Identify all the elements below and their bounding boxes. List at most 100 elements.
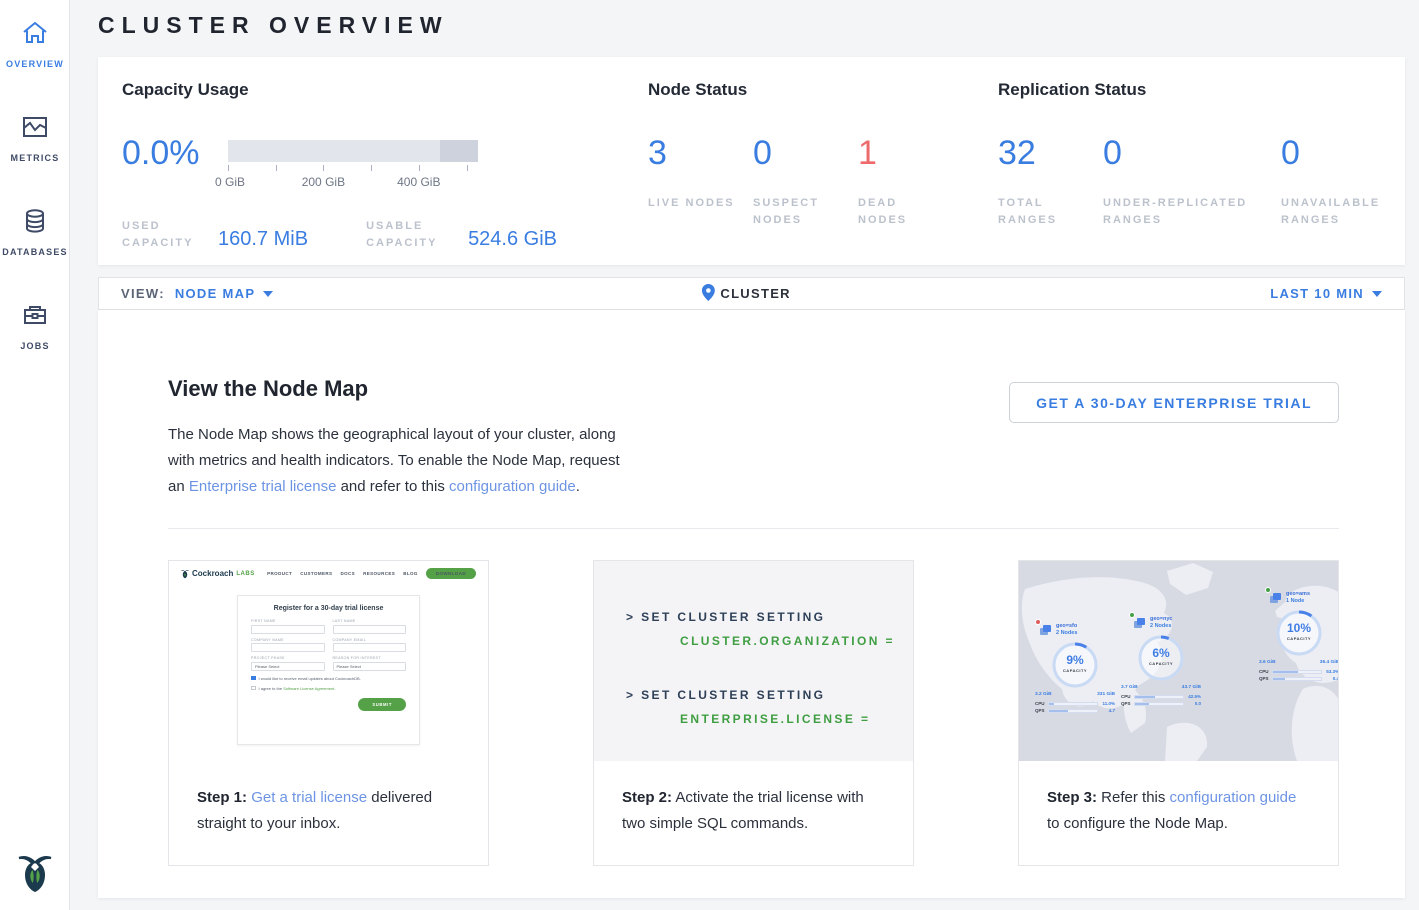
field-label: FIRST NAME [251,619,325,623]
trial-license-site-screenshot: Cockroach LABS PRODUCT CUSTOMERS DOCS RE… [169,561,488,761]
jobs-icon [20,300,50,330]
time-range-selector[interactable]: LAST 10 MIN [1270,286,1382,301]
metrics-icon [20,112,50,142]
field-input [333,643,407,652]
node-group-icon [1039,623,1052,635]
field-input [251,643,325,652]
sql-line: CLUSTER.ORGANIZATION = [626,629,913,653]
chevron-down-icon [1372,291,1382,297]
locality-sfo: geo=sfo 2 Nodes 9% CAPACITY 3.2 GiB331 G… [1033,623,1117,713]
step1-label: Step 1: [197,789,247,806]
step3-card: geo=sfo 2 Nodes 9% CAPACITY 3.2 GiB331 G… [1018,560,1339,866]
enterprise-trial-license-link[interactable]: Enterprise trial license [189,478,337,495]
time-range-value: LAST 10 MIN [1270,286,1364,301]
field-input [333,625,407,634]
used-capacity-value: 160.7 MiB [218,228,308,252]
sidebar-item-databases[interactable]: DATABASES [0,206,70,260]
description-text: and refer to this [336,478,449,495]
site-nav: PRODUCT CUSTOMERS DOCS RESOURCES BLOG DO… [267,568,476,579]
checkbox-label: I would like to receive email updates ab… [259,676,361,681]
field-label: LAST NAME [333,619,407,623]
under-replicated-ranges-label: UNDER-REPLICATED RANGES [1103,195,1281,229]
scope-breadcrumb: CLUSTER [701,284,791,304]
locality-node-count: 1 Node [1286,598,1310,605]
sidebar-item-jobs[interactable]: JOBS [0,300,70,354]
step1-card: Cockroach LABS PRODUCT CUSTOMERS DOCS RE… [168,560,489,866]
capacity-gauge: 6% CAPACITY [1135,632,1187,684]
page-title: CLUSTER OVERVIEW [98,12,449,39]
node-status-title: Node Status [648,80,988,100]
view-selector-value: NODE MAP [175,286,255,301]
databases-icon [20,206,50,236]
site-nav-item: BLOG [403,571,418,576]
live-nodes-label: LIVE NODES [648,195,753,229]
under-replicated-ranges-value: 0 [1103,135,1281,171]
node-map-preview-image: geo=sfo 2 Nodes 9% CAPACITY 3.2 GiB331 G… [1019,561,1338,761]
status-dot-green [1265,587,1271,593]
total-ranges-value: 32 [998,135,1103,171]
view-selector[interactable]: NODE MAP [175,286,273,301]
site-nav-item: CUSTOMERS [300,571,332,576]
locality-name: geo=ams [1286,591,1310,598]
field-select: Please Select [333,662,407,671]
step1-caption: Step 1: Get a trial license delivered st… [169,761,488,861]
sidebar-item-overview[interactable]: OVERVIEW [0,18,70,72]
configuration-guide-link[interactable]: configuration guide [1170,789,1297,806]
capacity-gauge: 9% CAPACITY [1049,639,1101,691]
capacity-used-percent: 0.0% [122,135,200,171]
field-label: PROJECT PHASE [251,656,325,660]
chevron-down-icon [263,291,273,297]
site-download-button: DOWNLOAD [426,568,476,579]
cockroach-labs-logo: Cockroach LABS [181,569,255,579]
location-pin-icon [701,284,714,304]
step3-label: Step 3: [1047,789,1097,806]
home-icon [20,18,50,48]
status-dot-green [1129,612,1135,618]
sidebar-item-label: DATABASES [2,247,67,257]
sidebar-item-label: JOBS [20,341,49,351]
view-bar: VIEW: NODE MAP CLUSTER LAST 10 MIN [98,277,1405,310]
suspect-nodes-label: SUSPECT NODES [753,195,858,229]
dead-nodes-value: 1 [858,135,963,171]
site-nav-item: RESOURCES [363,571,395,576]
field-label: COMPANY EMAIL [333,638,407,642]
sql-line: ENTERPRISE.LICENSE = [626,707,913,731]
capacity-bar: 0 GiB 200 GiB 400 GiB [228,140,478,189]
usable-capacity-value: 524.6 GiB [468,228,557,252]
used-capacity-label: USED CAPACITY [122,218,206,252]
unavailable-ranges-label: UNAVAILABLE RANGES [1281,195,1398,229]
sidebar-item-label: METRICS [11,153,60,163]
registration-form: Register for a 30-day trial license FIRS… [237,595,420,745]
axis-tick-label: 400 GiB [397,175,440,189]
description-text: . [576,478,580,495]
locality-ams: geo=ams 1 Node 10% CAPACITY 3.6 GiB36.4 … [1257,591,1338,681]
node-group-icon [1269,591,1282,603]
site-nav-item: PRODUCT [267,571,292,576]
field-input [251,625,325,634]
sidebar-item-metrics[interactable]: METRICS [0,112,70,166]
sql-commands-snippet: > SET CLUSTER SETTING CLUSTER.ORGANIZATI… [594,561,913,761]
suspect-nodes-value: 0 [753,135,858,171]
cluster-summary-panel: Capacity Usage 0.0% 0 GiB 200 GiB 400 Gi… [98,57,1405,265]
checkbox-checked [251,676,256,681]
configuration-guide-link[interactable]: configuration guide [449,478,576,495]
registration-form-title: Register for a 30-day trial license [251,605,406,612]
get-enterprise-trial-button[interactable]: GET A 30-DAY ENTERPRISE TRIAL [1009,382,1339,423]
sql-line: > SET CLUSTER SETTING [626,605,913,629]
checkbox-label: I agree to the Software License Agreemen… [259,686,336,691]
capacity-usage-section: Capacity Usage 0.0% 0 GiB 200 GiB 400 Gi… [122,80,622,100]
usable-capacity-label: USABLE CAPACITY [366,218,456,252]
divider [168,528,1339,529]
get-trial-license-link[interactable]: Get a trial license [251,789,367,806]
replication-status-section: Replication Status 32 0 0 TOTAL RANGES U… [998,80,1398,100]
site-nav-item: DOCS [340,571,355,576]
step2-label: Step 2: [622,789,672,806]
live-nodes-value: 3 [648,135,753,171]
locality-nyc: geo=nyc 2 Nodes 6% CAPACITY 3.7 GiB43.7 … [1119,616,1203,706]
axis-tick-label: 0 GiB [215,175,245,189]
submit-button: SUBMIT [358,698,406,711]
sql-line: > SET CLUSTER SETTING [626,683,913,707]
dead-nodes-label: DEAD NODES [858,195,963,229]
checkbox-unchecked [251,686,256,691]
field-select: Please Select [251,662,325,671]
